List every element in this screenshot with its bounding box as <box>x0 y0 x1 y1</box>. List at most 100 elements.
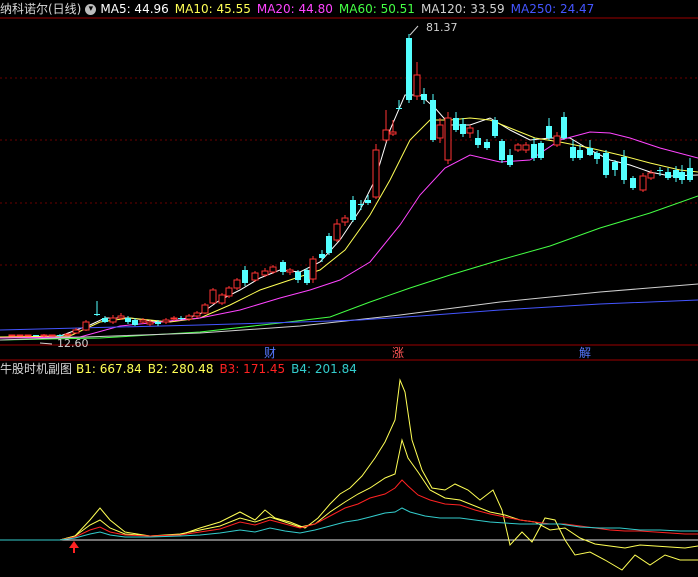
high-marker-line <box>409 25 419 36</box>
candle-body <box>242 270 248 283</box>
candle-body <box>647 172 655 179</box>
candle-body <box>185 315 193 320</box>
candle-body <box>280 262 286 272</box>
candle-body <box>358 204 364 205</box>
candle-body <box>57 335 63 336</box>
candle-body <box>109 317 117 323</box>
candle-body <box>33 335 39 336</box>
candle-body <box>570 147 576 158</box>
candle-body <box>319 254 325 258</box>
candle-body <box>612 162 618 170</box>
candle-body <box>251 272 259 281</box>
candle-body <box>492 120 498 136</box>
candle-body <box>553 135 561 146</box>
candle-body <box>561 117 567 138</box>
candle-body <box>406 38 412 100</box>
candle-body <box>460 124 466 134</box>
b2-line <box>0 438 698 549</box>
candle-body <box>413 74 421 97</box>
candle-body <box>201 304 209 314</box>
ma250-line <box>0 299 698 331</box>
event-unlock[interactable]: 解 <box>579 346 591 360</box>
candle-body <box>673 170 679 178</box>
candle-body <box>24 334 32 337</box>
candle-body <box>657 170 663 171</box>
candle-body <box>286 269 294 273</box>
candle-body <box>484 142 490 148</box>
candle-body <box>453 118 459 130</box>
candle-body <box>538 143 544 158</box>
ma120-line <box>0 283 698 341</box>
candle-body <box>389 131 397 135</box>
ma20-line <box>0 131 698 339</box>
candle-body <box>139 319 147 323</box>
candle-body <box>170 317 178 320</box>
candle-body <box>16 334 24 337</box>
candle-body <box>350 200 356 220</box>
candle-body <box>178 318 184 319</box>
candlesticks <box>8 34 693 337</box>
candle-body <box>218 294 226 304</box>
candle-body <box>499 141 505 160</box>
candle-body <box>146 321 154 325</box>
candle-body <box>603 153 609 175</box>
low-price-label: 12.60 <box>57 337 89 350</box>
candle-body <box>209 289 217 304</box>
candle-body <box>295 272 301 280</box>
event-limit-up[interactable]: 涨 <box>392 345 404 360</box>
ma5-line <box>0 94 698 339</box>
candle-body <box>155 322 161 324</box>
candle-body <box>233 279 241 289</box>
candle-body <box>102 318 108 322</box>
candle-body <box>225 287 233 297</box>
candle-body <box>507 155 513 165</box>
candle-body <box>630 178 636 188</box>
indicator-lines <box>0 378 698 571</box>
candle-body <box>382 129 390 141</box>
candle-body <box>117 315 125 319</box>
candle-body <box>396 108 402 109</box>
candle-body <box>522 144 530 151</box>
candle-body <box>444 117 452 161</box>
candle-body <box>546 126 552 138</box>
candle-body <box>40 334 48 337</box>
candle-body <box>594 153 600 159</box>
candle-body <box>162 319 170 323</box>
candle-body <box>621 157 627 180</box>
candle-body <box>193 312 201 317</box>
candle-body <box>679 172 685 180</box>
candle-body <box>82 321 90 331</box>
candle-body <box>309 258 317 280</box>
candle-body <box>665 172 671 178</box>
low-marker-line <box>39 342 53 345</box>
candle-body <box>577 150 583 158</box>
moving-average-lines <box>0 94 698 341</box>
candle-body <box>269 266 277 273</box>
high-price-label: 81.37 <box>426 21 458 34</box>
candle-body <box>261 270 269 276</box>
candle-body <box>72 329 80 334</box>
candle-body <box>687 168 693 180</box>
candle-body <box>125 318 131 322</box>
candle-body <box>514 144 522 151</box>
candle-body <box>436 124 444 139</box>
candle-body <box>475 138 481 145</box>
event-financial-report[interactable]: 财 <box>264 346 276 360</box>
candle-body <box>8 334 16 337</box>
candle-body <box>421 94 427 100</box>
candle-body <box>304 270 310 283</box>
candle-body <box>326 236 332 253</box>
candle-body <box>48 334 56 337</box>
candle-body <box>639 175 647 191</box>
candle-body <box>587 148 593 155</box>
candle-body <box>333 223 341 241</box>
candle-body <box>466 127 474 134</box>
candle-body <box>341 217 349 223</box>
candle-body <box>430 100 436 140</box>
candle-body <box>132 320 138 325</box>
candle-body <box>531 144 537 158</box>
candle-body <box>372 149 380 198</box>
candle-body <box>64 333 72 336</box>
chart-canvas[interactable]: 81.37 12.60 财 涨 解 <box>0 0 698 577</box>
candle-body <box>94 314 100 315</box>
